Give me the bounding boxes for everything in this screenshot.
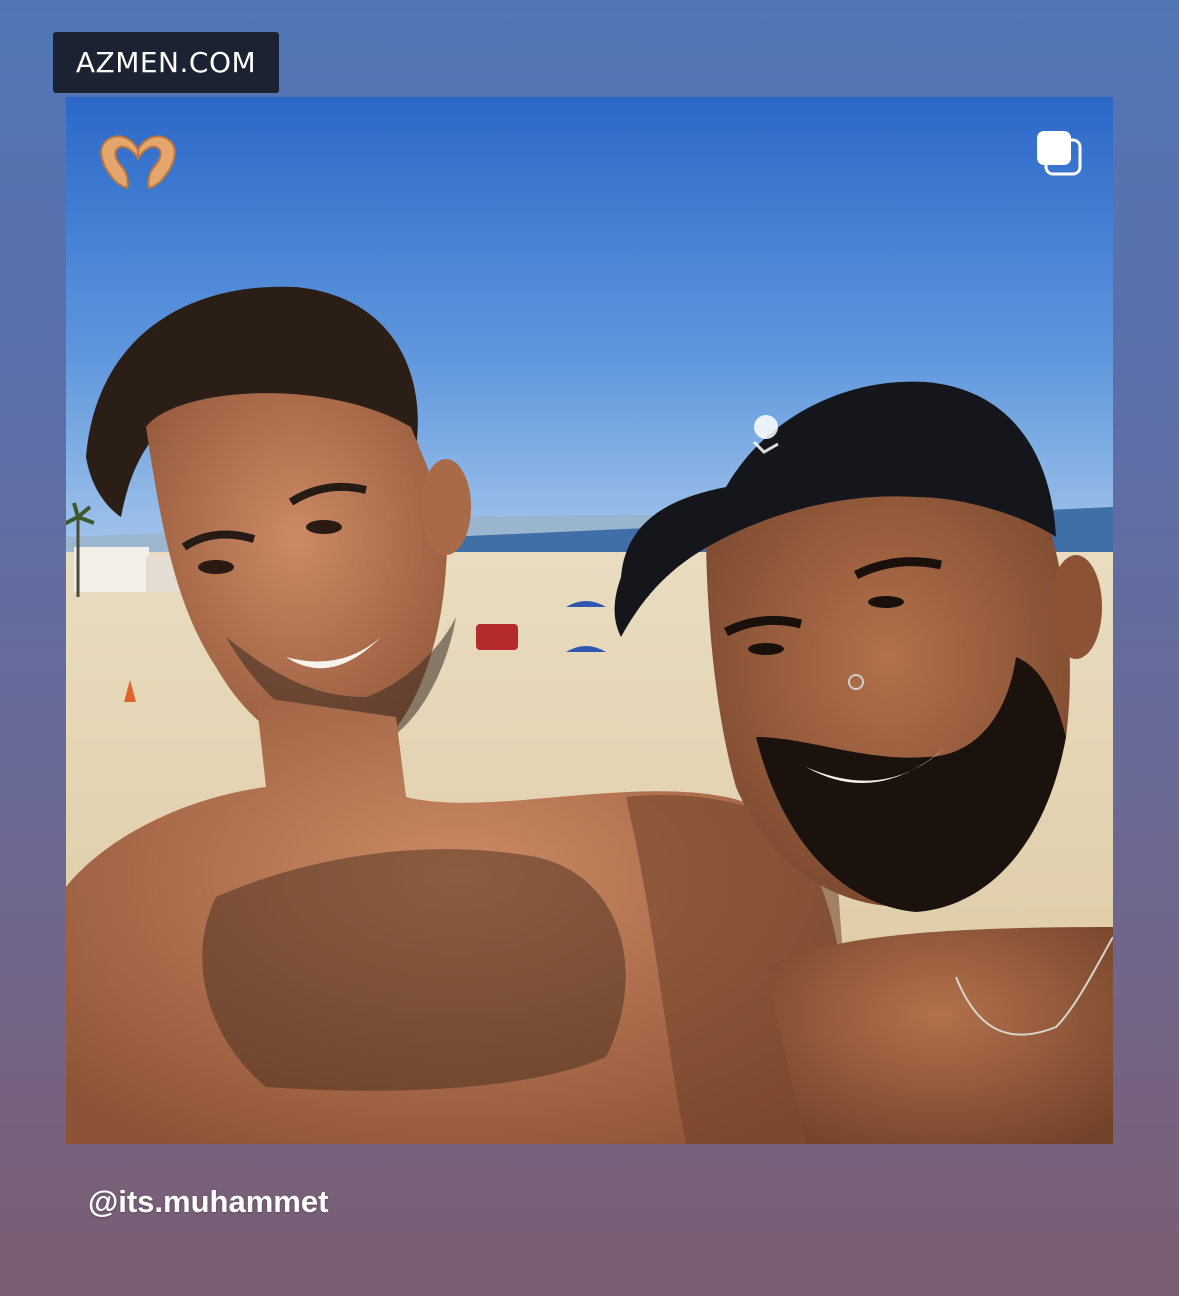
beach-selfie-illustration (66, 97, 1113, 1144)
stacked-squares-icon[interactable] (1034, 128, 1084, 178)
post-photo[interactable] (66, 97, 1113, 1144)
azmen-watermark: AZMEN.COM (53, 32, 279, 93)
caption-handle-link[interactable]: @its.muhammet (88, 1184, 328, 1220)
heart-hands-emoji-icon (97, 132, 179, 192)
